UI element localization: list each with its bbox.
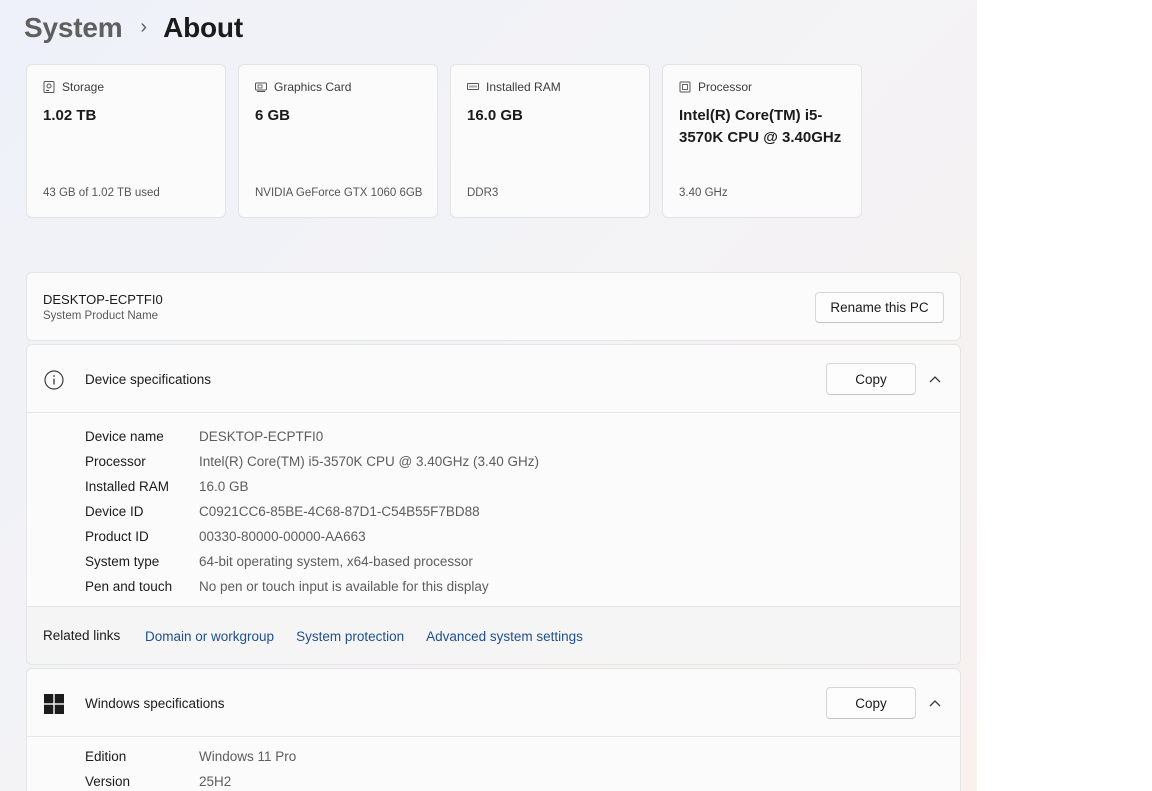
info-icon: [44, 370, 64, 390]
spec-row: Device name DESKTOP-ECPTFI0: [85, 424, 539, 449]
pc-product-name: System Product Name: [43, 310, 159, 322]
spec-value: 00330-80000-00000-AA663: [199, 529, 366, 544]
pc-name-panel: DESKTOP-ECPTFI0 System Product Name Rena…: [26, 272, 961, 341]
spec-row: Pen and touch No pen or touch input is av…: [85, 574, 539, 599]
spec-label: Processor: [85, 454, 146, 469]
device-specifications-header[interactable]: Device specifications Copy: [27, 345, 960, 413]
spec-row: Version 25H2: [85, 769, 296, 791]
spec-label: Product ID: [85, 529, 149, 544]
spec-value: C0921CC6-85BE-4C68-87D1-C54B55F7BD88: [199, 504, 480, 519]
storage-label: Storage: [62, 80, 105, 94]
windows-logo-icon: [44, 694, 64, 714]
ram-label: Installed RAM: [486, 80, 561, 94]
windows-specs-list: Edition Windows 11 Pro Version 25H2: [85, 744, 296, 791]
copy-windows-specs-button[interactable]: Copy: [826, 687, 916, 719]
spec-row: Edition Windows 11 Pro: [85, 744, 296, 769]
device-specs-list: Device name DESKTOP-ECPTFI0 Processor Inte…: [85, 424, 539, 599]
spec-value: No pen or touch input is available for t…: [199, 579, 489, 594]
rename-pc-button[interactable]: Rename this PC: [815, 292, 944, 323]
device-specifications-title: Device specifications: [85, 372, 212, 387]
spec-row: Installed RAM 16.0 GB: [85, 474, 539, 499]
spec-value: DESKTOP-ECPTFI0: [199, 429, 324, 444]
ram-card[interactable]: Installed RAM 16.0 GB DDR3: [450, 64, 650, 218]
device-specifications-section: Device specifications Copy Device name DE…: [26, 344, 961, 665]
storage-icon: [43, 81, 55, 93]
spec-label: System type: [85, 554, 160, 569]
spec-row: Product ID 00330-80000-00000-AA663: [85, 524, 539, 549]
chevron-up-icon[interactable]: [928, 697, 942, 709]
processor-card[interactable]: Processor Intel(R) Core(TM) i5-3570K CPU…: [662, 64, 862, 218]
breadcrumb-separator-icon: ›: [140, 15, 148, 38]
ram-value: 16.0 GB: [467, 107, 523, 124]
graphics-card-icon: [255, 82, 267, 92]
settings-window: System › About Storage 1.02 TB 43 GB of …: [0, 0, 977, 791]
spec-value: Windows 11 Pro: [199, 749, 297, 764]
windows-specifications-title: Windows specifications: [85, 696, 225, 711]
breadcrumb: System › About: [24, 10, 243, 46]
spec-label: Edition: [85, 749, 127, 764]
spec-value: 64-bit operating system, x64-based proce…: [199, 554, 473, 569]
spec-label: Device ID: [85, 504, 144, 519]
ram-icon: [467, 83, 479, 90]
chevron-up-icon[interactable]: [928, 373, 942, 385]
graphics-card[interactable]: Graphics Card 6 GB NVIDIA GeForce GTX 10…: [238, 64, 438, 218]
system-protection-link[interactable]: System protection: [296, 629, 404, 644]
processor-value: Intel(R) Core(TM) i5-3570K CPU @ 3.40GHz: [679, 107, 842, 146]
processor-icon: [679, 81, 691, 93]
spec-value: 25H2: [199, 774, 232, 789]
pc-name: DESKTOP-ECPTFI0: [43, 292, 163, 307]
windows-specifications-section: Windows specifications Copy Edition Windo…: [26, 668, 961, 791]
copy-device-specs-button[interactable]: Copy: [826, 363, 916, 395]
spec-label: Device name: [85, 429, 164, 444]
spec-label: Pen and touch: [85, 579, 173, 594]
page-title: About: [163, 12, 243, 43]
graphics-value: 6 GB: [255, 107, 291, 124]
storage-usage: 43 GB of 1.02 TB used: [43, 187, 160, 199]
ram-type: DDR3: [467, 187, 499, 199]
graphics-model: NVIDIA GeForce GTX 1060 6GB: [255, 187, 423, 199]
spec-row: System type 64-bit operating system, x64-…: [85, 549, 539, 574]
spec-value: 16.0 GB: [199, 479, 249, 494]
domain-workgroup-link[interactable]: Domain or workgroup: [145, 629, 274, 644]
related-links-list: Domain or workgroup System protection Ad…: [145, 629, 583, 644]
spec-row: Processor Intel(R) Core(TM) i5-3570K CPU …: [85, 449, 539, 474]
spec-value: Intel(R) Core(TM) i5-3570K CPU @ 3.40GHz…: [199, 454, 540, 469]
advanced-system-settings-link[interactable]: Advanced system settings: [426, 629, 583, 644]
graphics-label: Graphics Card: [274, 80, 352, 94]
breadcrumb-system[interactable]: System: [24, 12, 123, 44]
spec-label: Version: [85, 774, 131, 789]
storage-value: 1.02 TB: [43, 107, 97, 124]
related-links-title: Related links: [43, 628, 121, 643]
processor-label: Processor: [698, 80, 753, 94]
spec-label: Installed RAM: [85, 479, 170, 494]
storage-card[interactable]: Storage 1.02 TB 43 GB of 1.02 TB used: [26, 64, 226, 218]
spec-row: Device ID C0921CC6-85BE-4C68-87D1-C54B55F…: [85, 499, 539, 524]
related-links-bar: Related links Domain or workgroup System…: [27, 606, 960, 664]
processor-speed: 3.40 GHz: [679, 187, 728, 199]
windows-specifications-header[interactable]: Windows specifications Copy: [27, 669, 960, 737]
